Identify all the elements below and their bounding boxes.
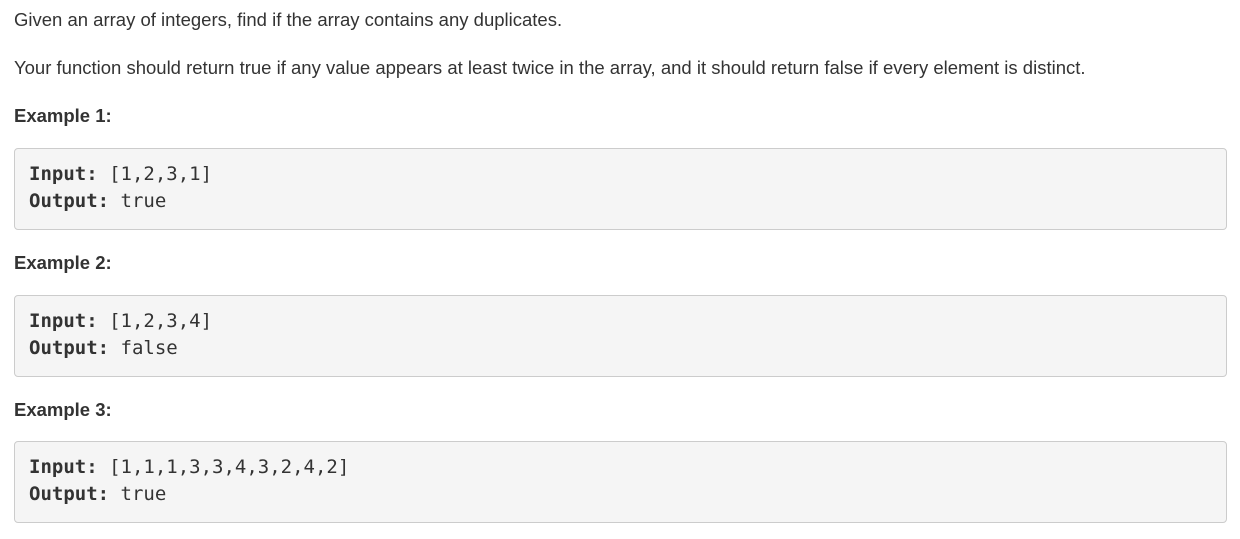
- input-label: Input:: [29, 163, 98, 185]
- example-2-code-block: Input: [1,2,3,4] Output: false: [14, 295, 1227, 377]
- output-label: Output:: [29, 337, 110, 359]
- example-1-input-line: Input: [1,2,3,1]: [29, 161, 1212, 188]
- example-1-code-block: Input: [1,2,3,1] Output: true: [14, 148, 1227, 230]
- input-value: [1,1,1,3,3,4,3,2,4,2]: [97, 456, 350, 478]
- input-value: [1,2,3,4]: [97, 310, 213, 332]
- input-label: Input:: [29, 310, 98, 332]
- output-value: true: [109, 190, 167, 212]
- output-label: Output:: [29, 483, 110, 505]
- example-2-heading: Example 2:: [14, 252, 112, 273]
- example-3-code-block: Input: [1,1,1,3,3,4,3,2,4,2] Output: tru…: [14, 441, 1227, 523]
- problem-details: Your function should return true if any …: [14, 57, 1086, 78]
- output-value: true: [109, 483, 167, 505]
- example-3-heading: Example 3:: [14, 399, 112, 420]
- example-3-input-line: Input: [1,1,1,3,3,4,3,2,4,2]: [29, 454, 1212, 481]
- output-label: Output:: [29, 190, 110, 212]
- problem-statement: Given an array of integers, find if the …: [14, 9, 563, 30]
- example-1-output-line: Output: true: [29, 188, 1212, 215]
- example-2-input-line: Input: [1,2,3,4]: [29, 308, 1212, 335]
- example-1-heading: Example 1:: [14, 105, 112, 126]
- example-3-output-line: Output: true: [29, 481, 1212, 508]
- output-value: false: [109, 337, 178, 359]
- input-value: [1,2,3,1]: [97, 163, 213, 185]
- input-label: Input:: [29, 456, 98, 478]
- example-2-output-line: Output: false: [29, 335, 1212, 362]
